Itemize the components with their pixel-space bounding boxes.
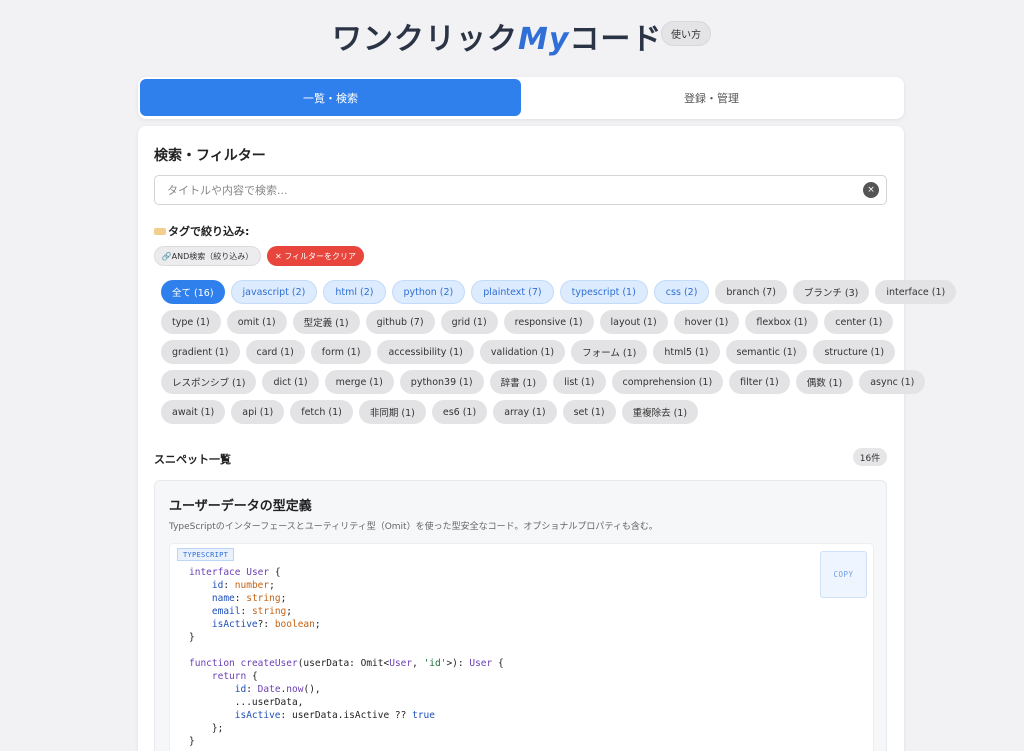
tag-chip[interactable]: hover (1) [673,310,740,334]
tag-chip[interactable]: fetch (1) [290,400,353,424]
help-button[interactable]: 使い方 [661,21,711,46]
tag-row: await (1) api (1) fetch (1) 非同期 (1) es6 (1) a… [161,400,881,424]
search-box: × [154,175,887,205]
tag-list: 全て (16) javascript (2) html (2) python (2) p… [161,280,957,430]
tag-chip[interactable]: dict (1) [262,370,319,394]
tag-row: gradient (1) card (1) form (1) accessibilit… [161,340,896,364]
tag-row: 全て (16) javascript (2) html (2) python (2) p… [161,280,957,304]
main-tabs: 一覧・検索 登録・管理 [138,77,904,119]
tag-chip[interactable]: type (1) [161,310,221,334]
copy-button[interactable]: COPY [820,551,867,598]
tag-chip[interactable]: 辞書 (1) [489,370,548,394]
tag-chip[interactable]: layout (1) [599,310,668,334]
tag-chip[interactable]: filter (1) [729,370,790,394]
tag-chip[interactable]: array (1) [493,400,557,424]
tag-chip[interactable]: center (1) [824,310,894,334]
tag-chip[interactable]: 重複除去 (1) [621,400,699,424]
tag-chip[interactable]: es6 (1) [431,400,488,424]
tag-chip[interactable]: python39 (1) [399,370,484,394]
language-badge: TYPESCRIPT [177,548,235,561]
tag-chip[interactable]: 全て (16) [161,280,225,304]
tag-chip[interactable]: merge (1) [324,370,394,394]
tag-icon [154,227,166,235]
tag-row: レスポンシブ (1) dict (1) merge (1) python39 (1) 辞… [161,370,926,394]
clear-search-icon[interactable]: × [863,182,879,198]
code-content: interface User { id: number; name: strin… [189,567,504,747]
search-input[interactable] [155,176,855,204]
tag-chip[interactable]: async (1) [859,370,926,394]
tag-chip[interactable]: github (7) [365,310,435,334]
tag-chip[interactable]: フォーム (1) [571,340,648,364]
snippet-title: ユーザーデータの型定義 [169,499,312,514]
clear-filter-button[interactable]: ✕ フィルターをクリア [267,246,364,266]
tag-chip[interactable]: gradient (1) [161,340,240,364]
tag-chip[interactable]: 非同期 (1) [358,400,426,424]
app-header: ワンクリックMyコード 使い方 [0,0,1024,72]
tag-chip[interactable]: typescript (1) [559,280,648,304]
tag-chip[interactable]: accessibility (1) [377,340,474,364]
app-title: ワンクリックMyコード [332,14,662,58]
tag-chip[interactable]: card (1) [245,340,305,364]
app-title-my: My [518,22,570,57]
app-title-part2: コード [569,22,663,57]
tag-chip[interactable]: set (1) [562,400,616,424]
and-search-button[interactable]: 🔗AND検索（絞り込み） [154,246,261,266]
tag-chip[interactable]: branch (7) [715,280,787,304]
snippet-count-badge: 16件 [853,448,887,466]
tag-chip[interactable]: validation (1) [479,340,566,364]
tag-chip[interactable]: form (1) [310,340,372,364]
tag-chip[interactable]: flexbox (1) [745,310,819,334]
tag-chip[interactable]: python (2) [391,280,466,304]
tag-row: type (1) omit (1) 型定義 (1) github (7) grid (1… [161,310,894,334]
tag-chip[interactable]: レスポンシブ (1) [161,370,257,394]
tab-register-manage[interactable]: 登録・管理 [521,79,902,116]
tab-list-search[interactable]: 一覧・検索 [140,79,521,116]
main-panel: 検索・フィルター × タグで絞り込み: 🔗AND検索（絞り込み） ✕ フィルター… [138,126,957,751]
snippet-card: ユーザーデータの型定義 TypeScriptのインターフェースとユーティリティ型… [154,480,887,751]
tag-chip[interactable]: javascript (2) [230,280,318,304]
tag-chip[interactable]: html (2) [323,280,386,304]
tag-chip[interactable]: structure (1) [813,340,896,364]
tag-chip[interactable]: semantic (1) [725,340,808,364]
tag-chip[interactable]: ブランチ (3) [792,280,870,304]
tag-chip[interactable]: interface (1) [875,280,957,304]
snippet-list-title: スニペット一覧 [154,453,231,466]
tag-chip[interactable]: grid (1) [440,310,498,334]
search-section-title: 検索・フィルター [154,148,266,164]
tag-chip[interactable]: html5 (1) [653,340,720,364]
tag-chip[interactable]: api (1) [231,400,285,424]
tag-chip[interactable]: 型定義 (1) [292,310,360,334]
tag-chip[interactable]: 偶数 (1) [795,370,854,394]
app-title-part1: ワンクリック [332,22,518,57]
tag-chip[interactable]: plaintext (7) [471,280,554,304]
tag-chip[interactable]: css (2) [653,280,710,304]
tag-chip[interactable]: responsive (1) [503,310,594,334]
tag-filter-label-text: タグで絞り込み: [168,225,250,238]
tag-chip[interactable]: await (1) [161,400,226,424]
tag-chip[interactable]: comprehension (1) [611,370,724,394]
code-block: TYPESCRIPT COPY interface User { id: num… [169,543,874,751]
snippet-description: TypeScriptのインターフェースとユーティリティ型（Omit）を使った型安… [169,522,658,532]
tag-filter-label: タグで絞り込み: [154,223,249,239]
tag-chip[interactable]: omit (1) [226,310,287,334]
tag-chip[interactable]: list (1) [553,370,606,394]
